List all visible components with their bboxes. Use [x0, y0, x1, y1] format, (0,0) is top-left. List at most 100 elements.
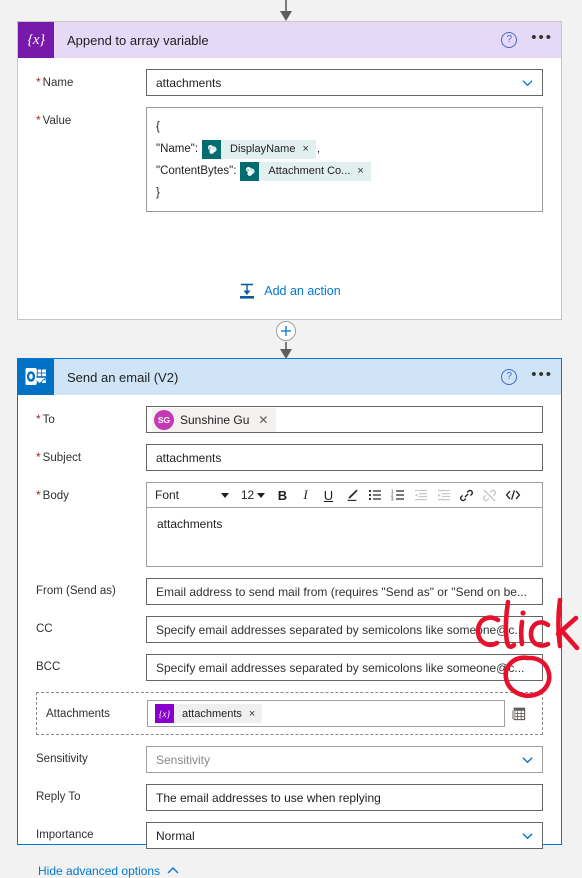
attachments-variable-token[interactable]: {x} attachments × [155, 704, 263, 723]
email-to-label: To [36, 406, 146, 427]
send-an-email-card[interactable]: Send an email (V2) ? ••• To SG Sunshine … [17, 358, 562, 878]
sharepoint-icon: s [202, 139, 222, 159]
bulleted-list-icon[interactable] [363, 483, 386, 507]
add-new-item-button[interactable] [505, 706, 533, 722]
chevron-up-icon [167, 867, 179, 874]
chevron-down-icon [257, 492, 266, 498]
rich-text-toolbar[interactable]: Font 12 B I U 1 2 3 [146, 482, 543, 508]
chevron-down-icon[interactable] [522, 754, 533, 765]
email-from-row: From (Send as) Email address to send mai… [36, 578, 543, 605]
recipient-name: Sunshine Gu [180, 412, 250, 427]
ellipsis-menu-icon[interactable]: ••• [531, 367, 553, 384]
dynamic-content-token[interactable]: s Attachment Co... × [240, 161, 371, 181]
email-from-input[interactable]: Email address to send mail from (require… [146, 578, 543, 605]
bold-label: B [277, 487, 288, 503]
append-card-header[interactable]: {x} Append to array variable ? ••• [18, 22, 561, 58]
insert-link-icon[interactable] [455, 483, 478, 507]
append-name-input[interactable]: attachments [146, 69, 543, 96]
underline-button[interactable]: U [317, 483, 340, 507]
email-attachments-label: Attachments [46, 707, 110, 720]
value-line-text: "Name": [156, 143, 199, 155]
email-sensitivity-placeholder: Sensitivity [156, 752, 211, 767]
append-name-row: Name attachments [36, 69, 543, 96]
email-reply-to-input[interactable]: The email addresses to use when replying [146, 784, 543, 811]
email-subject-value: attachments [156, 450, 222, 465]
email-body-row: Body Font 12 B I U [36, 482, 543, 567]
insert-action-icon [240, 283, 255, 299]
chevron-down-icon [221, 492, 229, 498]
email-card-header[interactable]: Send an email (V2) ? ••• [18, 359, 561, 395]
value-line: } [156, 182, 533, 204]
italic-button[interactable]: I [294, 483, 317, 507]
token-label: Attachment Co... [268, 165, 351, 177]
hide-advanced-options-label: Hide advanced options [38, 864, 161, 878]
email-body-label: Body [36, 482, 146, 503]
add-an-action-button[interactable]: Add an action [18, 282, 561, 300]
bold-button[interactable]: B [271, 483, 294, 507]
avatar: SG [154, 409, 174, 430]
chevron-down-icon[interactable] [522, 830, 533, 841]
recipient-remove-icon[interactable]: ✕ [258, 413, 268, 427]
value-line-text: { [156, 121, 160, 133]
value-line: "Name": s DisplayName × , [156, 138, 533, 160]
email-cc-input[interactable]: Specify email addresses separated by sem… [146, 616, 543, 643]
add-an-action-label: Add an action [264, 284, 341, 298]
increase-indent-icon[interactable] [432, 483, 455, 507]
email-body-editor[interactable]: Font 12 B I U 1 2 3 attachments [146, 482, 543, 567]
dynamic-content-token[interactable]: s DisplayName × [202, 139, 316, 159]
svg-text:s: s [247, 168, 249, 172]
email-sensitivity-dropdown[interactable]: Sensitivity [146, 746, 543, 773]
email-importance-label: Importance [36, 829, 94, 841]
sharepoint-icon: s [240, 161, 260, 181]
variable-braces-icon: {x} [155, 704, 174, 723]
append-name-label: Name [36, 69, 146, 90]
email-from-label: From (Send as) [36, 585, 116, 597]
email-subject-input[interactable]: attachments [146, 444, 543, 471]
email-cc-row: CC Specify email addresses separated by … [36, 616, 543, 643]
append-name-value: attachments [156, 75, 222, 90]
highlighter-pen-icon[interactable] [340, 483, 363, 507]
numbered-list-icon[interactable]: 123 [386, 483, 409, 507]
email-cc-placeholder: Specify email addresses separated by sem… [156, 622, 525, 637]
remove-link-icon[interactable] [478, 483, 501, 507]
chevron-down-icon[interactable] [522, 77, 533, 88]
token-label: DisplayName [230, 143, 296, 155]
help-circle-icon[interactable]: ? [501, 32, 518, 48]
recipient-chip[interactable]: SG Sunshine Gu ✕ [152, 407, 277, 432]
variable-braces-icon: {x} [18, 22, 54, 58]
append-value-row: Value { "Name": [36, 107, 543, 212]
outlook-icon [18, 359, 54, 395]
token-remove-icon[interactable]: × [357, 165, 370, 177]
append-value-editor[interactable]: { "Name": s DisplayName × , "ContentByte… [146, 107, 543, 212]
underline-label: U [323, 487, 334, 503]
email-cc-label: CC [36, 623, 53, 635]
email-reply-to-placeholder: The email addresses to use when replying [156, 790, 381, 805]
email-bcc-input[interactable]: Specify email addresses separated by sem… [146, 654, 543, 681]
decrease-indent-icon[interactable] [409, 483, 432, 507]
help-circle-icon[interactable]: ? [501, 369, 518, 385]
svg-text:s: s [209, 146, 211, 150]
email-from-placeholder: Email address to send mail from (require… [156, 584, 527, 599]
value-line: { [156, 116, 533, 138]
email-attachments-row[interactable]: Attachments {x} attachments × [36, 692, 543, 735]
flow-designer-canvas: {x} Append to array variable ? ••• Name … [0, 0, 582, 878]
email-subject-label: Subject [36, 444, 146, 465]
ellipsis-menu-icon[interactable]: ••• [531, 30, 553, 47]
email-sensitivity-label: Sensitivity [36, 753, 88, 765]
email-to-input[interactable]: SG Sunshine Gu ✕ [146, 406, 543, 433]
token-remove-icon[interactable]: × [249, 708, 262, 720]
email-sensitivity-row: Sensitivity Sensitivity [36, 746, 543, 773]
font-size-dropdown[interactable]: 12 [235, 483, 271, 507]
append-to-array-variable-card[interactable]: {x} Append to array variable ? ••• Name … [17, 21, 562, 320]
hide-advanced-options-link[interactable]: Hide advanced options [38, 864, 543, 878]
svg-text:3: 3 [391, 497, 394, 502]
email-attachments-input[interactable]: {x} attachments × [147, 700, 505, 727]
code-view-icon[interactable] [501, 483, 524, 507]
email-body-content[interactable]: attachments [146, 508, 543, 567]
incoming-arrow-icon [280, 0, 292, 21]
font-family-dropdown[interactable]: Font [147, 483, 235, 507]
token-remove-icon[interactable]: × [302, 143, 315, 155]
value-line-text: } [156, 187, 160, 199]
value-line-text: "ContentBytes": [156, 165, 237, 177]
step-connector [0, 320, 582, 362]
